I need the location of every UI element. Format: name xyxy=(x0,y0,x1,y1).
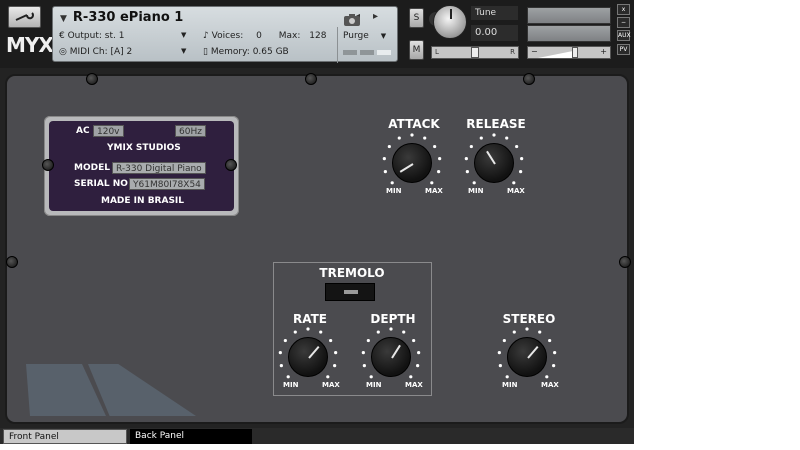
studio-name: YMIX STUDIOS xyxy=(107,143,181,153)
midi-icon: ◎ xyxy=(59,47,70,57)
stereo-knob-pointer xyxy=(527,345,539,359)
attack-knob-pointer xyxy=(399,163,414,173)
rate-max-label: MAX xyxy=(322,381,340,389)
stereo-max-label: MAX xyxy=(541,381,559,389)
tune-knob[interactable] xyxy=(433,5,467,39)
output-field[interactable]: € Output: st. 1 xyxy=(59,31,124,41)
tremolo-label: TREMOLO xyxy=(319,266,385,280)
release-knob[interactable] xyxy=(474,143,514,183)
screw xyxy=(225,159,237,171)
purge-indicators xyxy=(343,50,391,56)
voices-readout: ♪ Voices: 0 Max: 128 xyxy=(203,31,327,41)
release-min-label: MIN xyxy=(468,187,484,195)
instrument-title[interactable]: ▼ R-330 ePiano 1 xyxy=(60,10,183,25)
solo-button[interactable]: S xyxy=(409,8,424,28)
depth-knob[interactable] xyxy=(371,337,411,377)
ac-label: AC xyxy=(76,126,90,136)
attack-min-label: MIN xyxy=(386,187,402,195)
depth-max-label: MAX xyxy=(405,381,423,389)
depth-min-label: MIN xyxy=(366,381,382,389)
instrument-info-box: ▼R-330 ePiano 1 ◂ ▸ i € Output: st. 1 ▼ … xyxy=(52,6,443,63)
release-knob-pointer xyxy=(486,150,496,165)
name-plate: AC 120v 60Hz YMIX STUDIOS MODEL R-330 Di… xyxy=(44,116,239,216)
attack-knob[interactable] xyxy=(392,143,432,183)
level-meter-left xyxy=(527,7,611,24)
screw xyxy=(523,73,535,85)
attack-label: ATTACK xyxy=(388,117,440,131)
mute-button[interactable]: M xyxy=(409,40,424,60)
rate-knob-pointer xyxy=(308,345,320,359)
release-label: RELEASE xyxy=(466,117,526,131)
attack-max-label: MAX xyxy=(425,187,443,195)
pv-button[interactable]: PV xyxy=(617,44,630,55)
wrench-icon[interactable] xyxy=(8,6,41,28)
frequency-value: 60Hz xyxy=(175,125,206,137)
screw xyxy=(305,73,317,85)
model-value: R-330 Digital Piano xyxy=(112,162,206,174)
voltage-value: 120v xyxy=(93,125,124,137)
dropdown-arrow-icon[interactable]: ▼ xyxy=(181,47,186,55)
rate-knob[interactable] xyxy=(288,337,328,377)
depth-knob-pointer xyxy=(391,344,401,359)
release-max-label: MAX xyxy=(507,187,525,195)
level-meter-right xyxy=(527,25,611,42)
close-button[interactable]: x xyxy=(617,4,630,15)
tab-back-panel[interactable]: Back Panel xyxy=(130,429,252,444)
purge-menu[interactable]: Purge ▼ xyxy=(343,31,386,41)
rate-label: RATE xyxy=(293,312,327,326)
screw xyxy=(6,256,18,268)
serial-label: SERIAL NO xyxy=(74,179,128,189)
stereo-label: STEREO xyxy=(502,312,556,326)
model-label: MODEL xyxy=(74,163,110,173)
depth-label: DEPTH xyxy=(370,312,416,326)
tune-label: Tune xyxy=(471,6,518,20)
instrument-header: MYX ▼R-330 ePiano 1 ◂ ▸ i € Output: st. … xyxy=(0,0,634,68)
tremolo-switch[interactable] xyxy=(325,283,375,301)
tune-value[interactable]: 0.00 xyxy=(471,25,518,41)
memory-icon: ▯ xyxy=(203,47,211,57)
stereo-knob[interactable] xyxy=(507,337,547,377)
pan-handle[interactable] xyxy=(471,47,479,58)
divider xyxy=(337,27,338,63)
tab-bar: Front Panel Back Panel xyxy=(0,428,634,444)
volume-handle[interactable] xyxy=(572,47,578,58)
stereo-min-label: MIN xyxy=(502,381,518,389)
dropdown-arrow-icon[interactable]: ▼ xyxy=(181,31,186,39)
screw xyxy=(42,159,54,171)
memory-readout: ▯ Memory: 0.65 GB xyxy=(203,47,289,57)
midi-channel-field[interactable]: ◎ MIDI Ch: [A] 2 xyxy=(59,47,132,57)
brand-logo: MYX xyxy=(6,33,54,57)
next-instrument-icon[interactable]: ▸ xyxy=(373,11,378,22)
rate-min-label: MIN xyxy=(283,381,299,389)
output-icon: € xyxy=(59,31,68,41)
screw xyxy=(619,256,631,268)
name-plate-face: AC 120v 60Hz YMIX STUDIOS MODEL R-330 Di… xyxy=(49,121,234,211)
camera-icon[interactable] xyxy=(343,12,361,26)
pan-slider[interactable]: L R xyxy=(431,46,519,59)
screw xyxy=(86,73,98,85)
dropdown-arrow-icon: ▼ xyxy=(380,32,387,40)
serial-value: Y61M80I78X54 xyxy=(129,178,205,190)
minimize-button[interactable]: − xyxy=(617,17,630,28)
voices-icon: ♪ xyxy=(203,31,212,41)
tab-front-panel[interactable]: Front Panel xyxy=(3,429,127,444)
caret-down-icon: ▼ xyxy=(60,14,67,24)
volume-slider[interactable]: − + xyxy=(527,46,611,59)
aux-button[interactable]: AUX xyxy=(617,30,631,41)
made-in-label: MADE IN BRASIL xyxy=(101,196,185,206)
